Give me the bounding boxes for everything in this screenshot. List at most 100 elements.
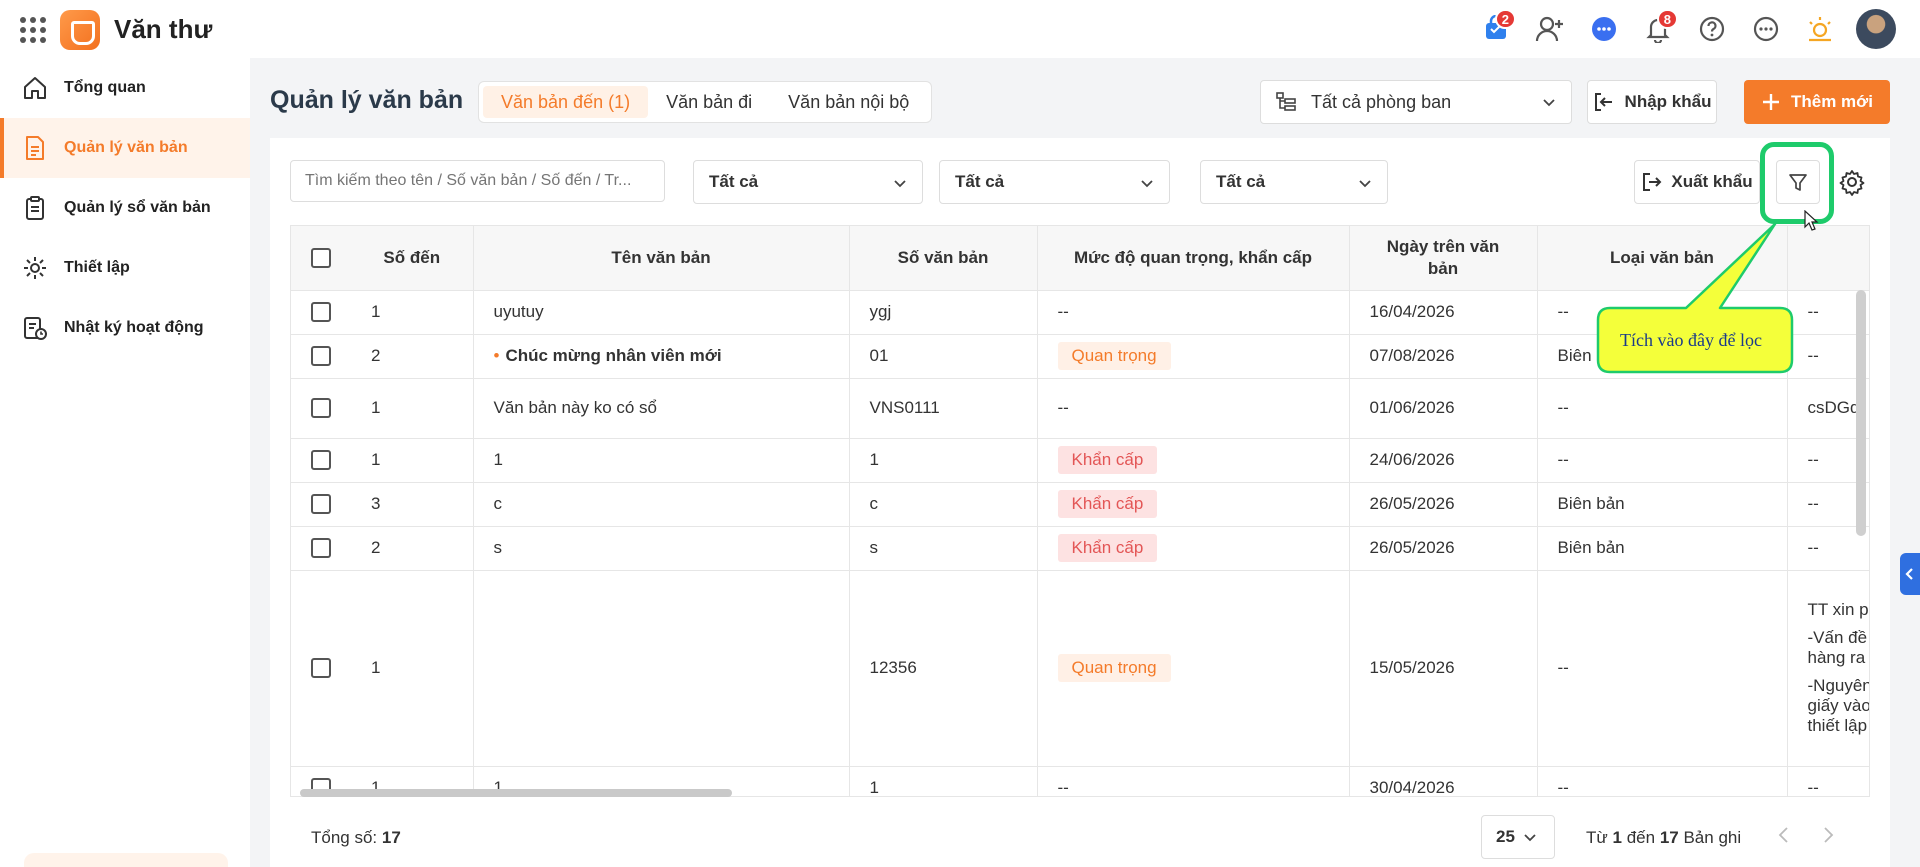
cell-so-den: 1 xyxy=(351,378,474,439)
apps-grid-icon[interactable] xyxy=(20,17,46,43)
cell-so-van-ban: 1 xyxy=(849,766,1038,796)
sidebar-item-register-management[interactable]: Quản lý sổ văn bản xyxy=(0,178,250,238)
cell-loai: Biên bản xyxy=(1537,526,1788,571)
vertical-scrollbar[interactable] xyxy=(1856,290,1866,536)
clipboard-icon xyxy=(20,193,50,223)
row-checkbox[interactable] xyxy=(311,658,331,679)
note-line: -Nguyên xyxy=(1807,676,1870,695)
column-header[interactable]: Tên văn bản xyxy=(473,226,850,291)
import-button[interactable]: Nhập khẩu xyxy=(1587,80,1717,124)
table-row[interactable]: 1 12356 Quan trọng 15/05/2026 -- TT xin … xyxy=(291,570,1870,767)
more-icon[interactable] xyxy=(1748,11,1784,47)
cell-so-den: 2 xyxy=(351,526,474,571)
filter-select-2[interactable]: Tất cả xyxy=(939,160,1170,204)
side-panel-toggle[interactable] xyxy=(1900,553,1920,595)
table-row[interactable]: 3 c c Khẩn cấp 26/05/2026 Biên bản -- xyxy=(291,482,1869,527)
priority-badge: Khẩn cấp xyxy=(1057,490,1158,518)
column-header[interactable]: Số đến xyxy=(351,226,474,291)
import-label: Nhập khẩu xyxy=(1624,92,1712,111)
add-new-button[interactable]: Thêm mới xyxy=(1744,80,1890,124)
top-icons: 2 8 xyxy=(1478,8,1896,50)
row-checkbox[interactable] xyxy=(311,346,331,367)
total-count: Tổng số: 17 xyxy=(311,828,401,848)
row-checkbox-cell xyxy=(291,334,351,379)
row-checkbox-cell xyxy=(291,482,351,527)
horizontal-scrollbar[interactable] xyxy=(300,789,732,797)
note-line: giấy vào xyxy=(1807,696,1870,715)
cell-loai: Biên bản xyxy=(1537,482,1788,527)
row-checkbox[interactable] xyxy=(311,398,331,419)
tab-incoming[interactable]: Văn bản đến (1) xyxy=(483,86,649,118)
table-row[interactable]: 1 Văn bản này ko có sổ VNS0111 -- 01/06/… xyxy=(291,378,1869,439)
document-tabs: Văn bản đến (1) Văn bản đi Văn bản nội b… xyxy=(478,81,933,123)
row-checkbox[interactable] xyxy=(311,450,331,471)
gear-icon xyxy=(1838,168,1866,196)
chevron-down-icon xyxy=(1139,175,1155,196)
page-size-select[interactable]: 25 xyxy=(1481,815,1555,859)
cell-so-van-ban: VNS0111 xyxy=(849,378,1038,439)
top-bar: Văn thư 2 8 xyxy=(0,0,1920,58)
total-value: 17 xyxy=(381,828,401,847)
add-user-icon[interactable] xyxy=(1532,11,1568,47)
cell-ten-van-ban: uyutuy xyxy=(473,290,850,335)
row-checkbox[interactable] xyxy=(311,494,331,515)
filter-select-1[interactable]: Tất cả xyxy=(693,160,923,204)
export-button[interactable]: Xuất khẩu xyxy=(1634,160,1760,204)
note-line: TT xin ph xyxy=(1807,600,1870,619)
row-checkbox-cell xyxy=(291,290,351,335)
bell-icon[interactable]: 8 xyxy=(1640,9,1678,47)
previous-page-button[interactable] xyxy=(1776,824,1792,846)
column-header[interactable]: Mức độ quan trọng, khẩn cấp xyxy=(1037,226,1350,291)
search-input[interactable] xyxy=(290,160,665,202)
row-checkbox-cell xyxy=(291,570,351,767)
sidebar-item-overview[interactable]: Tổng quan xyxy=(0,58,250,118)
cart-icon[interactable]: 2 xyxy=(1478,9,1516,47)
page-title: Quản lý văn bản xyxy=(270,86,464,114)
cell-muc-do: Khẩn cấp xyxy=(1037,526,1350,571)
table-row[interactable]: 1 1 1 Khẩn cấp 24/06/2026 -- -- xyxy=(291,438,1869,483)
table-row[interactable]: 2 s s Khẩn cấp 26/05/2026 Biên bản -- xyxy=(291,526,1869,571)
cell-loai: -- xyxy=(1537,766,1788,796)
cell-so-den: 2 xyxy=(351,334,474,379)
cell-loai: -- xyxy=(1537,570,1788,767)
unread-dot-icon: • xyxy=(493,346,500,365)
filter-select-3[interactable]: Tất cả xyxy=(1200,160,1388,204)
cell-so-den: 1 xyxy=(351,570,474,767)
activity-log-icon xyxy=(20,313,50,343)
sidebar-item-label: Thiết lập xyxy=(64,259,130,276)
sidebar-item-settings[interactable]: Thiết lập xyxy=(0,238,250,298)
document-title[interactable]: Chúc mừng nhân viên mới xyxy=(505,346,721,365)
import-icon xyxy=(1593,91,1615,113)
total-label: Tổng số: xyxy=(311,828,378,847)
filter-highlight-box xyxy=(1760,142,1834,224)
department-select[interactable]: Tất cả phòng ban xyxy=(1260,80,1572,124)
sidebar-item-label: Nhật ký hoạt động xyxy=(64,319,204,336)
select-all-checkbox[interactable] xyxy=(311,248,331,269)
table-settings-button[interactable] xyxy=(1832,160,1872,204)
column-header[interactable]: Ngày trên văn bản xyxy=(1349,226,1538,291)
avatar[interactable] xyxy=(1856,9,1896,49)
cell-muc-do: Quan trọng xyxy=(1037,570,1350,767)
chevron-down-icon xyxy=(1541,94,1557,115)
row-checkbox-cell xyxy=(291,378,351,439)
help-icon[interactable] xyxy=(1694,11,1730,47)
column-header[interactable]: Số văn bản xyxy=(849,226,1038,291)
row-checkbox[interactable] xyxy=(311,302,331,323)
tips-icon[interactable] xyxy=(1802,11,1838,47)
chevron-left-icon xyxy=(1904,566,1916,582)
chat-icon[interactable] xyxy=(1586,11,1622,47)
cell-t: TT xin ph -Vấn đề hàng ra -Nguyên giấy v… xyxy=(1787,570,1870,767)
priority-badge: Khẩn cấp xyxy=(1057,534,1158,562)
sidebar-item-activity-log[interactable]: Nhật ký hoạt động xyxy=(0,298,250,358)
cell-so-van-ban: c xyxy=(849,482,1038,527)
next-page-button[interactable] xyxy=(1820,824,1836,846)
cell-t: -- xyxy=(1787,766,1869,796)
tab-internal[interactable]: Văn bản nội bộ xyxy=(770,86,927,118)
cell-ngay: 26/05/2026 xyxy=(1349,482,1538,527)
sidebar-item-document-management[interactable]: Quản lý văn bản xyxy=(0,118,250,178)
tab-outgoing[interactable]: Văn bản đi xyxy=(648,86,770,118)
cell-so-den: 1 xyxy=(351,290,474,335)
row-checkbox[interactable] xyxy=(311,538,331,559)
cell-loai: -- xyxy=(1537,438,1788,483)
mouse-cursor-icon xyxy=(1804,210,1819,231)
